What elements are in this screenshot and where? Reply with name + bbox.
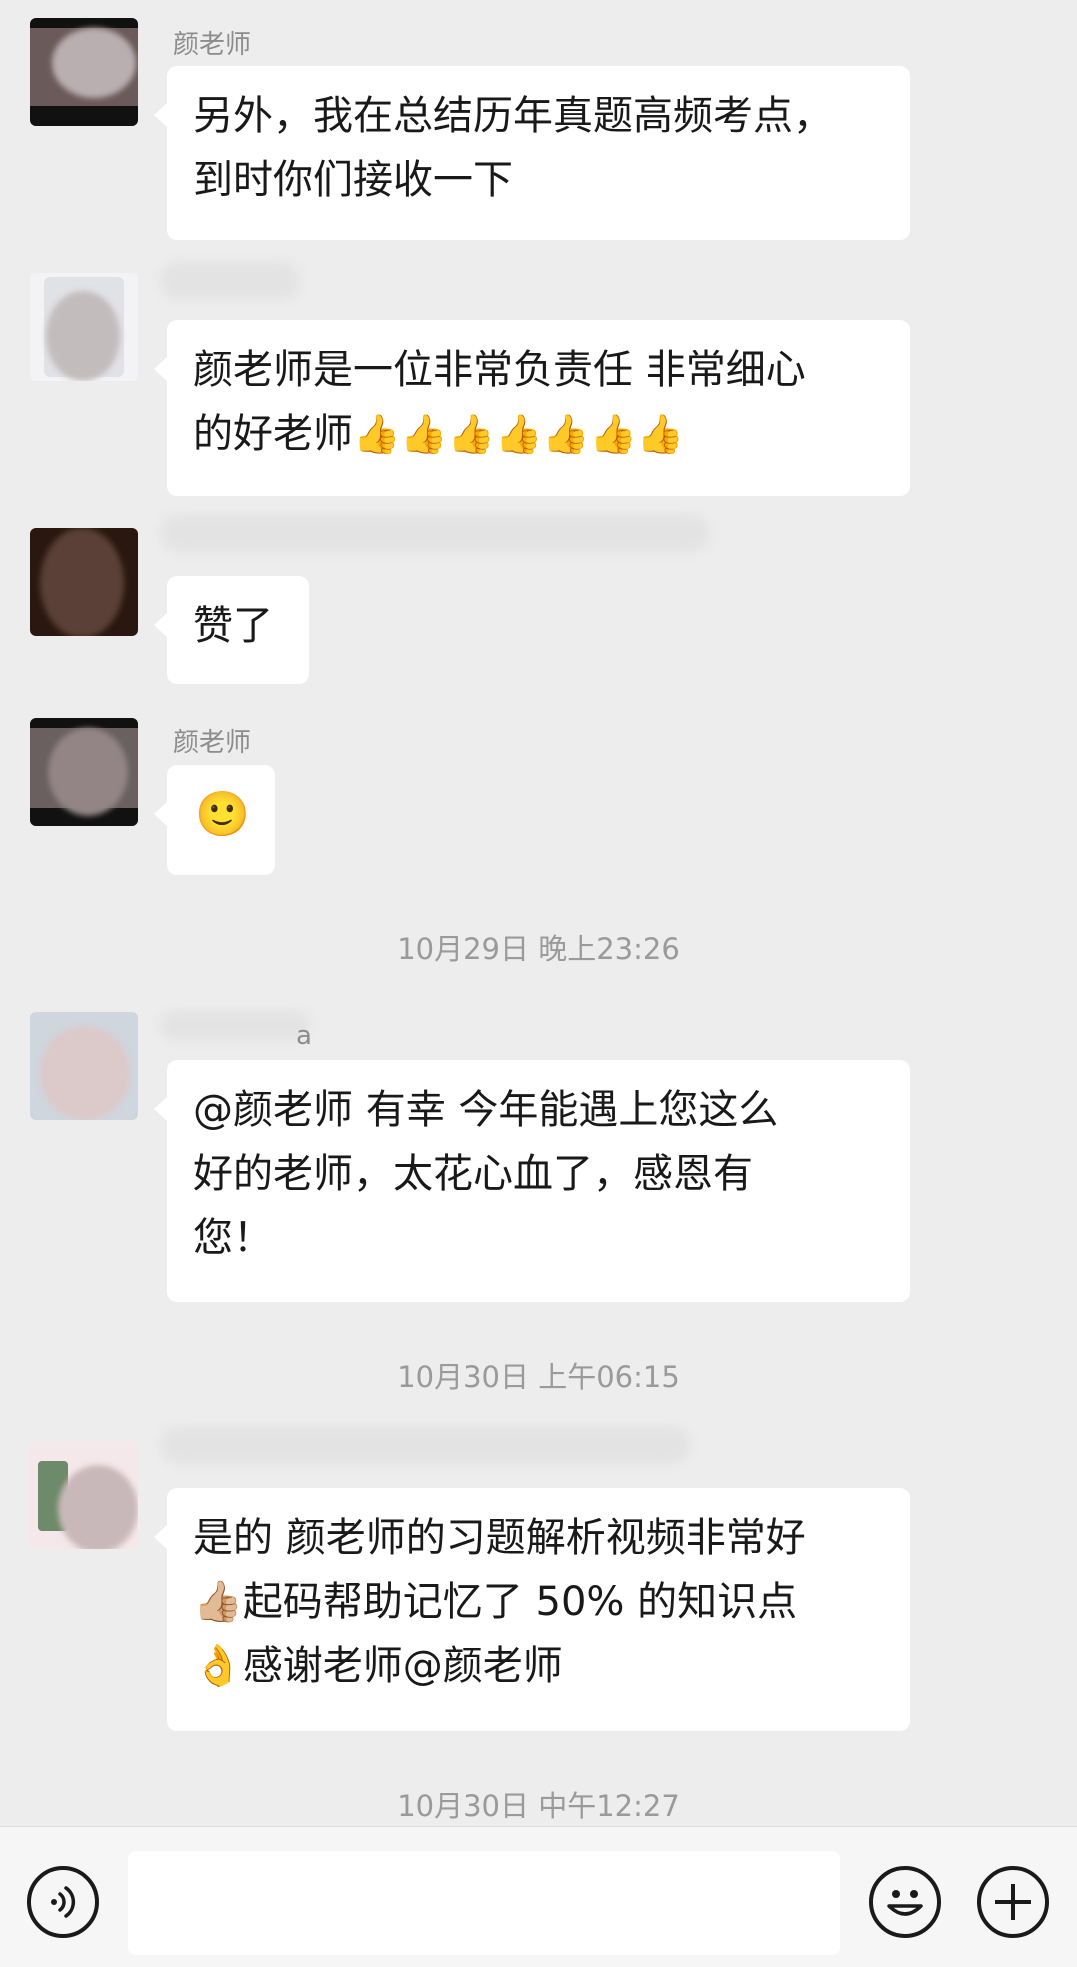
message-text: 赞了	[193, 603, 273, 649]
message-text: 感谢老师@颜老师	[242, 1643, 563, 1689]
sender-name: a	[296, 1021, 312, 1051]
plus-icon-glyph	[995, 1884, 1031, 1920]
message-bubble[interactable]: 是的 颜老师的习题解析视频非常好 👍🏼起码帮助记忆了 50% 的知识点 👌感谢老…	[154, 1488, 910, 1731]
message-text: 您！	[193, 1215, 273, 1261]
message-text: @颜老师 有幸 今年能遇上您这么	[193, 1087, 779, 1133]
blurred-face	[58, 1465, 138, 1549]
timestamp: 10月30日 中午12:27	[397, 1789, 680, 1823]
timestamp: 10月30日 上午06:15	[397, 1360, 680, 1394]
avatar[interactable]	[30, 718, 138, 826]
chat-input-bar	[0, 1826, 1077, 1967]
sender-name-blurred	[160, 1426, 690, 1464]
message-bubble[interactable]: @颜老师 有幸 今年能遇上您这么 好的老师，太花心血了，感恩有 您！	[154, 1060, 910, 1302]
sender-name-blurred	[160, 514, 710, 552]
message-input[interactable]	[128, 1851, 840, 1955]
message-bubble[interactable]: 🙂	[154, 765, 275, 875]
sender-name-blurred	[160, 262, 300, 300]
message-text: 颜老师是一位非常负责任 非常细心	[193, 347, 806, 393]
message-text-line: 👌感谢老师@颜老师	[193, 1634, 886, 1698]
message-bubble[interactable]: 另外，我在总结历年真题高频考点， 到时你们接收一下	[154, 66, 910, 240]
thumbs-up-emoji: 👍🏼	[193, 1579, 243, 1625]
smiley-icon[interactable]	[869, 1866, 941, 1938]
message-bubble[interactable]: 颜老师是一位非常负责任 非常细心 的好老师👍👍👍👍👍👍👍	[154, 320, 910, 496]
message-text: 的好老师	[193, 411, 353, 457]
plus-icon[interactable]	[977, 1866, 1049, 1938]
thumbs-up-emoji: 👍👍👍👍👍👍👍	[353, 412, 685, 456]
chat-message-list[interactable]: 颜老师 另外，我在总结历年真题高频考点， 到时你们接收一下 颜老师是一位非常负责…	[0, 0, 1077, 1826]
message-bubble[interactable]: 赞了	[154, 576, 309, 684]
message-text-line: 的好老师👍👍👍👍👍👍👍	[193, 402, 886, 466]
smiley-emoji: 🙂	[195, 789, 250, 840]
voice-icon-glyph	[51, 1886, 76, 1918]
blurred-face	[52, 28, 136, 98]
message-text: 好的老师，太花心血了，感恩有	[193, 1151, 753, 1197]
avatar[interactable]	[30, 18, 138, 126]
blurred-face	[48, 728, 128, 816]
message-text: 是的 颜老师的习题解析视频非常好	[193, 1515, 806, 1561]
avatar[interactable]	[30, 1012, 138, 1120]
avatar[interactable]	[30, 273, 138, 381]
blurred-face	[40, 1026, 130, 1120]
blurred-face	[40, 528, 124, 636]
message-text: 另外，我在总结历年真题高频考点，	[193, 93, 833, 139]
avatar[interactable]	[30, 528, 138, 636]
blurred-face	[46, 291, 120, 381]
sender-name-blurred	[160, 1010, 310, 1040]
message-text-line: 👍🏼起码帮助记忆了 50% 的知识点	[193, 1570, 886, 1634]
timestamp: 10月29日 晚上23:26	[397, 932, 680, 966]
message-text: 起码帮助记忆了 50% 的知识点	[242, 1579, 798, 1625]
message-text: 到时你们接收一下	[193, 157, 513, 203]
sender-name: 颜老师	[173, 30, 252, 60]
sender-name: 颜老师	[173, 728, 252, 758]
smiley-icon-glyph	[887, 1890, 923, 1916]
voice-icon[interactable]	[27, 1866, 99, 1938]
ok-hand-emoji: 👌	[193, 1643, 243, 1689]
avatar[interactable]	[30, 1441, 138, 1549]
